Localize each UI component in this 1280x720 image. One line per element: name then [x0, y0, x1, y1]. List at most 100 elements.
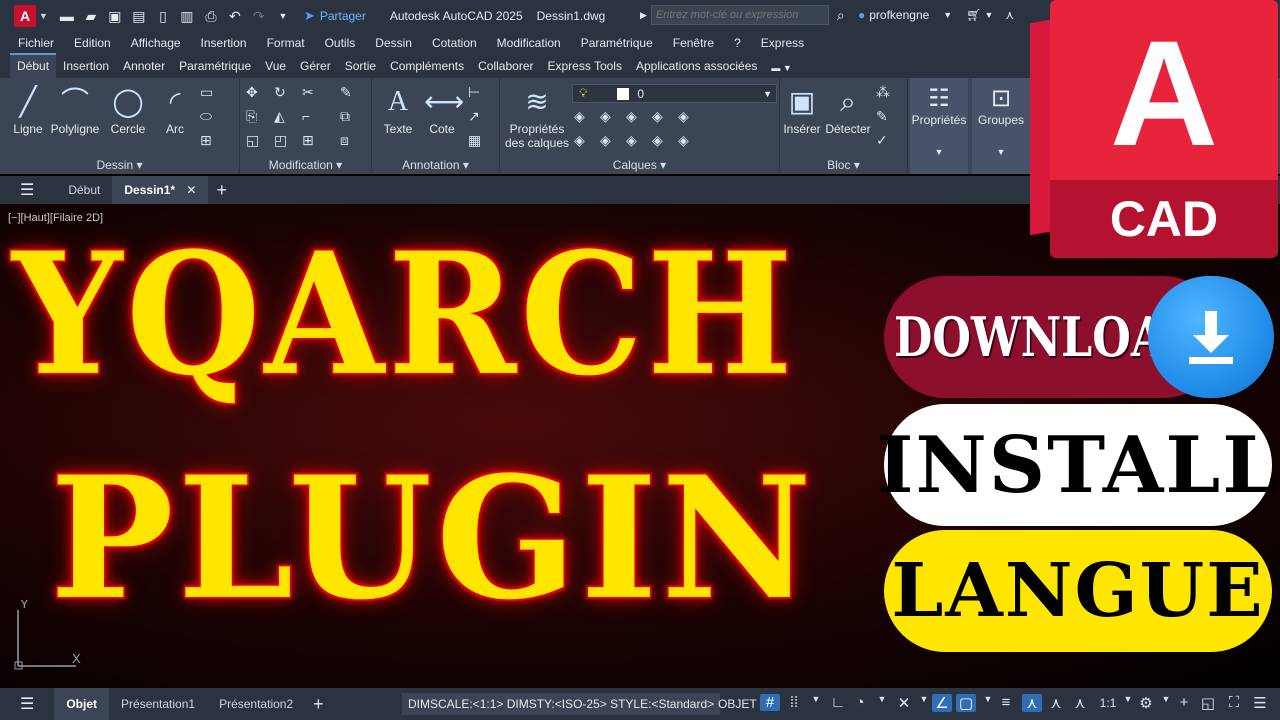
- groups-panel-button[interactable]: ⊡ Groupes ▼: [972, 78, 1030, 174]
- erase-icon[interactable]: ✎: [340, 84, 352, 101]
- cart-caret-icon[interactable]: ▼: [984, 10, 993, 20]
- tab-presentation2[interactable]: Présentation2: [207, 697, 305, 711]
- tab-start[interactable]: Début: [56, 183, 112, 197]
- hatch-icon[interactable]: ⬭: [200, 108, 212, 125]
- properties-panel-button[interactable]: ☷ Propriétés ▼: [910, 78, 968, 174]
- panel-calques-label[interactable]: Calques ▾: [500, 158, 779, 172]
- trim-icon[interactable]: ✂: [302, 84, 314, 101]
- tab-vue[interactable]: Vue: [258, 55, 293, 78]
- snap-icon[interactable]: ⁞⁞: [784, 694, 804, 711]
- web-mobile-icon[interactable]: ▯: [152, 5, 174, 27]
- layer-state-icon[interactable]: ◈: [574, 108, 585, 125]
- move-icon[interactable]: ✥: [246, 84, 258, 101]
- user-account[interactable]: ● profkengne ▼ 🛒︎ ▼ ⋏: [858, 8, 1014, 22]
- block-attributes-icon[interactable]: ✓: [876, 132, 888, 149]
- tab-drawing-active[interactable]: Dessin1* ✕: [112, 176, 209, 204]
- insert-block-tool[interactable]: ▣ Insérer: [782, 82, 822, 136]
- user-caret-icon[interactable]: ▼: [943, 10, 952, 20]
- menu-insertion[interactable]: Insertion: [201, 36, 247, 50]
- save-web-icon[interactable]: ▥: [176, 5, 198, 27]
- osnap-caret-icon[interactable]: ▼: [978, 694, 998, 704]
- tab-collaborer[interactable]: Collaborer: [471, 55, 540, 78]
- gear-caret-icon[interactable]: ▼: [1156, 694, 1176, 704]
- tab-express-tools[interactable]: Express Tools: [540, 55, 628, 78]
- tab-objet[interactable]: Objet: [54, 688, 110, 720]
- panel-annotation-label[interactable]: Annotation ▾: [372, 158, 499, 172]
- offset-icon[interactable]: ⧈: [340, 132, 349, 149]
- menu-cotation[interactable]: Cotation: [432, 36, 477, 50]
- layer-previous-icon[interactable]: ◈: [574, 132, 585, 149]
- panel-bloc-label[interactable]: Bloc ▾: [780, 158, 907, 172]
- new-tab-plus-icon[interactable]: +: [216, 180, 227, 201]
- app-menu-button[interactable]: A: [14, 5, 36, 27]
- isodraft-caret-icon[interactable]: ▼: [914, 694, 934, 704]
- redo-icon[interactable]: ↷: [248, 5, 270, 27]
- close-tab-icon[interactable]: ✕: [186, 183, 196, 197]
- new-layout-plus-icon[interactable]: +: [313, 694, 324, 715]
- line-tool[interactable]: ╱ Ligne: [10, 82, 46, 136]
- menu-edition[interactable]: Edition: [74, 36, 111, 50]
- layer-dropdown[interactable]: 💡︎ 0 ▼: [572, 84, 777, 103]
- polar-caret-icon[interactable]: ▼: [872, 694, 892, 704]
- arc-tool[interactable]: ◜ Arc: [158, 82, 192, 136]
- tab-annoter[interactable]: Annoter: [116, 55, 172, 78]
- tab-parametrique[interactable]: Paramétrique: [172, 55, 258, 78]
- layer-unlock-icon[interactable]: ◈: [652, 132, 663, 149]
- array-icon[interactable]: ⊞: [302, 132, 314, 149]
- save-icon[interactable]: ▣: [104, 5, 126, 27]
- layer-isolate-icon[interactable]: ◈: [600, 108, 611, 125]
- tab-complements[interactable]: Compléments: [383, 55, 471, 78]
- tab-sortie[interactable]: Sortie: [338, 55, 383, 78]
- polar-icon[interactable]: ◔: [850, 694, 870, 711]
- customize-status-icon[interactable]: ☰: [1250, 694, 1270, 712]
- undo-icon[interactable]: ↶: [224, 5, 246, 27]
- circle-tool[interactable]: ◯ Cercle: [108, 82, 148, 136]
- table-icon[interactable]: ▦: [468, 132, 481, 149]
- print-icon[interactable]: ⎙: [200, 5, 222, 27]
- text-tool[interactable]: A Texte: [380, 82, 416, 136]
- layer-properties-tool[interactable]: ≋ Propriétés des calques: [504, 82, 570, 150]
- explode-icon[interactable]: ⧉: [340, 108, 350, 125]
- multileader-icon[interactable]: ↗: [468, 108, 480, 125]
- stretch-icon[interactable]: ◱: [246, 132, 259, 149]
- menu-parametrique[interactable]: Paramétrique: [581, 36, 653, 50]
- autodesk-a360-icon[interactable]: ⋏: [1005, 8, 1014, 22]
- layer-match-icon[interactable]: ◈: [678, 108, 689, 125]
- menu-outils[interactable]: Outils: [325, 36, 356, 50]
- panel-dessin-label[interactable]: Dessin ▾: [0, 158, 239, 172]
- object-track-icon[interactable]: ∠: [932, 694, 952, 712]
- object-snap-icon[interactable]: ▢: [956, 694, 976, 712]
- ribbon-options-icon[interactable]: ▬ ▼: [764, 59, 798, 78]
- search-input[interactable]: [650, 5, 829, 25]
- gradient-icon[interactable]: ⊞: [200, 132, 212, 149]
- scale-caret-icon[interactable]: ▼: [1118, 694, 1138, 704]
- edit-block-icon[interactable]: ✎: [876, 108, 888, 125]
- search-expand-icon[interactable]: ▶: [640, 10, 647, 21]
- grid-icon[interactable]: #: [760, 694, 780, 711]
- annotation-monitor-icon[interactable]: +: [1174, 694, 1194, 711]
- gear-icon[interactable]: ⚙: [1136, 694, 1156, 712]
- lineweight-icon[interactable]: ≡: [996, 694, 1016, 711]
- app-menu-caret-icon[interactable]: ▼: [39, 11, 48, 21]
- tab-insertion[interactable]: Insertion: [56, 55, 116, 78]
- menu-format[interactable]: Format: [267, 36, 305, 50]
- dimension-tool[interactable]: ⟷ Cote: [424, 82, 464, 136]
- create-block-icon[interactable]: ⁂: [876, 84, 890, 101]
- menu-dessin[interactable]: Dessin: [375, 36, 412, 50]
- layer-thaw-icon[interactable]: ◈: [626, 132, 637, 149]
- share-button[interactable]: ➤ Partager: [304, 8, 366, 24]
- layout-menu-icon[interactable]: ☰: [20, 694, 34, 714]
- layer-walk-icon[interactable]: ◈: [678, 132, 689, 149]
- tab-debut[interactable]: Début: [10, 53, 57, 78]
- annotation-visibility-icon[interactable]: ⋏: [1022, 694, 1042, 712]
- layer-freeze-icon[interactable]: ◈: [626, 108, 637, 125]
- layer-lock-icon[interactable]: ◈: [652, 108, 663, 125]
- auto-scale-icon[interactable]: ⋏: [1046, 694, 1066, 712]
- scale-icon[interactable]: ◰: [274, 132, 287, 149]
- polyline-tool[interactable]: ⌒ Polyligne: [48, 82, 102, 136]
- copy-icon[interactable]: ⎘: [246, 108, 257, 125]
- cart-icon[interactable]: 🛒︎: [966, 8, 981, 22]
- fillet-icon[interactable]: ⌐: [302, 108, 310, 124]
- menu-express[interactable]: Express: [761, 36, 804, 50]
- customize-caret-icon[interactable]: ▼: [272, 5, 294, 27]
